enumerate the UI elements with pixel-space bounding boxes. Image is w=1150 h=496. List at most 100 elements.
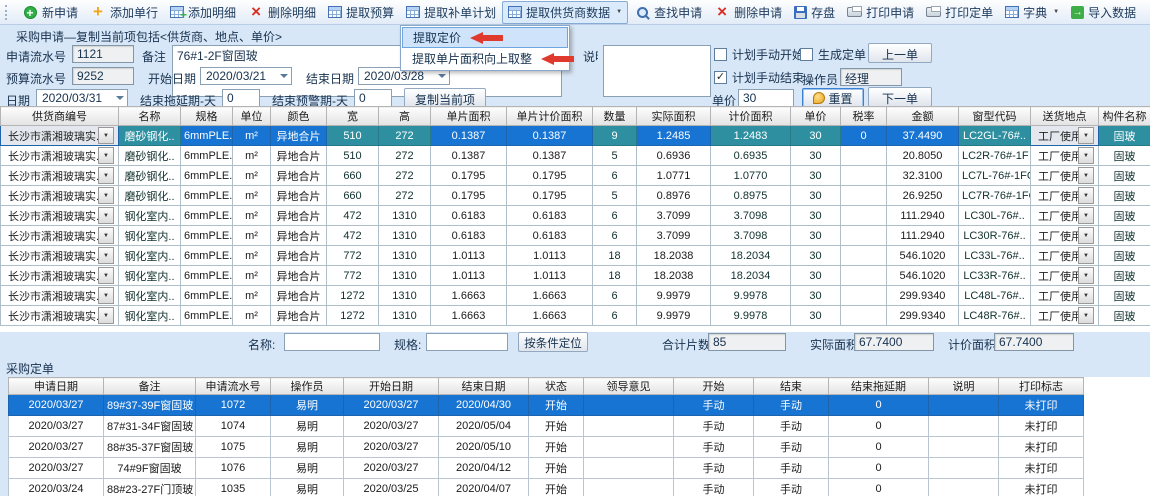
column-header[interactable]: 备注: [104, 378, 196, 395]
toolbar-button-extract-supplement-plan[interactable]: 提取补单计划: [400, 1, 502, 24]
supplier-combo[interactable]: 长沙市潇湘玻璃实..▼: [1, 126, 119, 146]
column-header[interactable]: 操作员: [271, 378, 344, 395]
dropdown-arrow-icon[interactable]: ▼: [1078, 187, 1094, 204]
menu-item-extract-pricing[interactable]: 提取定价: [402, 27, 568, 48]
column-header[interactable]: 开始日期: [344, 378, 439, 395]
delivery-location-combo[interactable]: 工厂使用▼: [1031, 146, 1099, 166]
toolbar-button-print-order[interactable]: 打印定单: [920, 1, 999, 24]
column-header[interactable]: 实际面积: [637, 107, 711, 126]
column-header[interactable]: 领导意见: [584, 378, 674, 395]
column-header[interactable]: 供货商编号: [1, 107, 119, 126]
order-row[interactable]: 2020/03/2788#35-37F窗固玻1075易明2020/03/2720…: [9, 437, 1084, 458]
supplier-combo[interactable]: 长沙市潇湘玻璃实..▼: [1, 226, 119, 246]
copy-current-button[interactable]: 复制当前项: [404, 88, 486, 108]
start-date-picker[interactable]: 2020/03/21: [200, 67, 292, 85]
column-header[interactable]: 单片面积: [431, 107, 507, 126]
date-picker[interactable]: 2020/03/31: [36, 89, 128, 107]
toolbar-button-add-row[interactable]: 添加单行: [84, 1, 164, 24]
column-header[interactable]: 单价: [791, 107, 841, 126]
item-row[interactable]: 长沙市潇湘玻璃实..▼磨砂钢化..6mmPLE..m²异地合片6602720.1…: [1, 186, 1150, 206]
column-header[interactable]: 宽: [327, 107, 379, 126]
delay-days-field[interactable]: 0: [222, 89, 260, 107]
column-header[interactable]: 数量: [593, 107, 637, 126]
toolbar-button-save[interactable]: 存盘: [788, 1, 841, 24]
menu-item-round-up-piece-area[interactable]: 提取单片面积向上取整: [402, 48, 568, 69]
dropdown-arrow-icon[interactable]: ▼: [1078, 127, 1094, 144]
delivery-location-combo[interactable]: 工厂使用▼: [1031, 306, 1099, 326]
delivery-location-combo[interactable]: 工厂使用▼: [1031, 206, 1099, 226]
column-header[interactable]: 单片计价面积: [507, 107, 593, 126]
budget-no-field[interactable]: 9252: [72, 67, 134, 85]
dropdown-arrow-icon[interactable]: ▼: [1078, 307, 1094, 324]
delivery-location-combo[interactable]: 工厂使用▼: [1031, 226, 1099, 246]
spec-filter-input[interactable]: [426, 333, 508, 351]
dropdown-arrow-icon[interactable]: ▼: [1078, 287, 1094, 304]
supplier-combo[interactable]: 长沙市潇湘玻璃实..▼: [1, 186, 119, 206]
toolbar-button-import-data[interactable]: 导入数据: [1065, 1, 1142, 24]
dropdown-arrow-icon[interactable]: ▼: [1078, 167, 1094, 184]
item-row[interactable]: 长沙市潇湘玻璃实..▼钢化室内..6mmPLE..m²异地合片77213101.…: [1, 266, 1150, 286]
toolbar-button-extract-budget[interactable]: 提取预算: [322, 1, 400, 24]
note-field[interactable]: [603, 45, 711, 97]
column-header[interactable]: 规格: [181, 107, 233, 126]
delivery-location-combo[interactable]: 工厂使用▼: [1031, 246, 1099, 266]
item-row[interactable]: 长沙市潇湘玻璃实..▼钢化室内..6mmPLE..m²异地合片77213101.…: [1, 246, 1150, 266]
next-order-button[interactable]: 下一单: [868, 87, 932, 107]
column-header[interactable]: 颜色: [271, 107, 327, 126]
apply-no-field[interactable]: 1121: [72, 45, 134, 63]
column-header[interactable]: 名称: [119, 107, 181, 126]
column-header[interactable]: 结束拖延期: [829, 378, 929, 395]
toolbar-button-search[interactable]: 查找申请: [628, 1, 708, 24]
column-header[interactable]: 金额: [887, 107, 959, 126]
column-header[interactable]: 单位: [233, 107, 271, 126]
dropdown-arrow-icon[interactable]: ▼: [1078, 267, 1094, 284]
item-row[interactable]: 长沙市潇湘玻璃实..▼磨砂钢化..6mmPLE..m²异地合片5102720.1…: [1, 146, 1150, 166]
column-header[interactable]: 高: [379, 107, 431, 126]
column-header[interactable]: 计价面积: [711, 107, 791, 126]
manual-start-checkbox[interactable]: 计划手动开始: [714, 46, 804, 63]
reset-button[interactable]: 重置: [802, 88, 864, 108]
column-header[interactable]: 税率: [841, 107, 887, 126]
manual-end-checkbox[interactable]: ✓ 计划手动结束: [714, 69, 804, 86]
warn-days-field[interactable]: 0: [354, 89, 392, 107]
column-header[interactable]: 结束: [754, 378, 829, 395]
column-header[interactable]: 构件名称: [1099, 107, 1150, 126]
delivery-location-combo[interactable]: 工厂使用▼: [1031, 126, 1099, 146]
order-row[interactable]: 2020/03/2488#23-27F门顶玻1035易明2020/03/2520…: [9, 479, 1084, 496]
column-header[interactable]: 说明: [929, 378, 999, 395]
dropdown-arrow-icon[interactable]: ▼: [98, 267, 114, 284]
toolbar-button-dictionary[interactable]: 字典▼: [999, 1, 1065, 24]
column-header[interactable]: 窗型代码: [959, 107, 1031, 126]
order-row[interactable]: 2020/03/2774#9F窗固玻1076易明2020/03/272020/0…: [9, 458, 1084, 479]
item-row[interactable]: 长沙市潇湘玻璃实..▼钢化室内..6mmPLE..m²异地合片127213101…: [1, 286, 1150, 306]
toolbar-button-delete-detail[interactable]: 删除明细: [242, 1, 322, 24]
item-row[interactable]: 长沙市潇湘玻璃实..▼磨砂钢化..6mmPLE..m²异地合片6602720.1…: [1, 166, 1150, 186]
supplier-combo[interactable]: 长沙市潇湘玻璃实..▼: [1, 246, 119, 266]
delivery-location-combo[interactable]: 工厂使用▼: [1031, 186, 1099, 206]
supplier-combo[interactable]: 长沙市潇湘玻璃实..▼: [1, 146, 119, 166]
dropdown-arrow-icon[interactable]: ▼: [1078, 227, 1094, 244]
operator-field[interactable]: 经理: [840, 68, 902, 86]
delivery-location-combo[interactable]: 工厂使用▼: [1031, 166, 1099, 186]
supplier-combo[interactable]: 长沙市潇湘玻璃实..▼: [1, 206, 119, 226]
supplier-combo[interactable]: 长沙市潇湘玻璃实..▼: [1, 266, 119, 286]
column-header[interactable]: 打印标志: [999, 378, 1084, 395]
dropdown-arrow-icon[interactable]: ▼: [98, 167, 114, 184]
order-row[interactable]: 2020/03/2789#37-39F窗固玻1072易明2020/03/2720…: [9, 395, 1084, 416]
item-row[interactable]: 长沙市潇湘玻璃实..▼磨砂钢化..6mmPLE..m²异地合片5102720.1…: [1, 126, 1150, 146]
dropdown-arrow-icon[interactable]: ▼: [98, 247, 114, 264]
supplier-combo[interactable]: 长沙市潇湘玻璃实..▼: [1, 166, 119, 186]
item-row[interactable]: 长沙市潇湘玻璃实..▼钢化室内..6mmPLE..m²异地合片127213101…: [1, 306, 1150, 326]
supplier-combo[interactable]: 长沙市潇湘玻璃实..▼: [1, 286, 119, 306]
item-row[interactable]: 长沙市潇湘玻璃实..▼钢化室内..6mmPLE..m²异地合片47213100.…: [1, 206, 1150, 226]
dropdown-arrow-icon[interactable]: ▼: [98, 207, 114, 224]
column-header[interactable]: 状态: [529, 378, 584, 395]
supplier-combo[interactable]: 长沙市潇湘玻璃实..▼: [1, 306, 119, 326]
column-header[interactable]: 申请日期: [9, 378, 104, 395]
dropdown-arrow-icon[interactable]: ▼: [98, 187, 114, 204]
dropdown-arrow-icon[interactable]: ▼: [1078, 147, 1094, 164]
order-row[interactable]: 2020/03/2787#31-34F窗固玻1074易明2020/03/2720…: [9, 416, 1084, 437]
column-header[interactable]: 申请流水号: [196, 378, 271, 395]
unit-price-field[interactable]: 30: [738, 89, 794, 107]
toolbar-button-extract-supplier-data[interactable]: 提取供货商数据▼: [502, 1, 628, 24]
